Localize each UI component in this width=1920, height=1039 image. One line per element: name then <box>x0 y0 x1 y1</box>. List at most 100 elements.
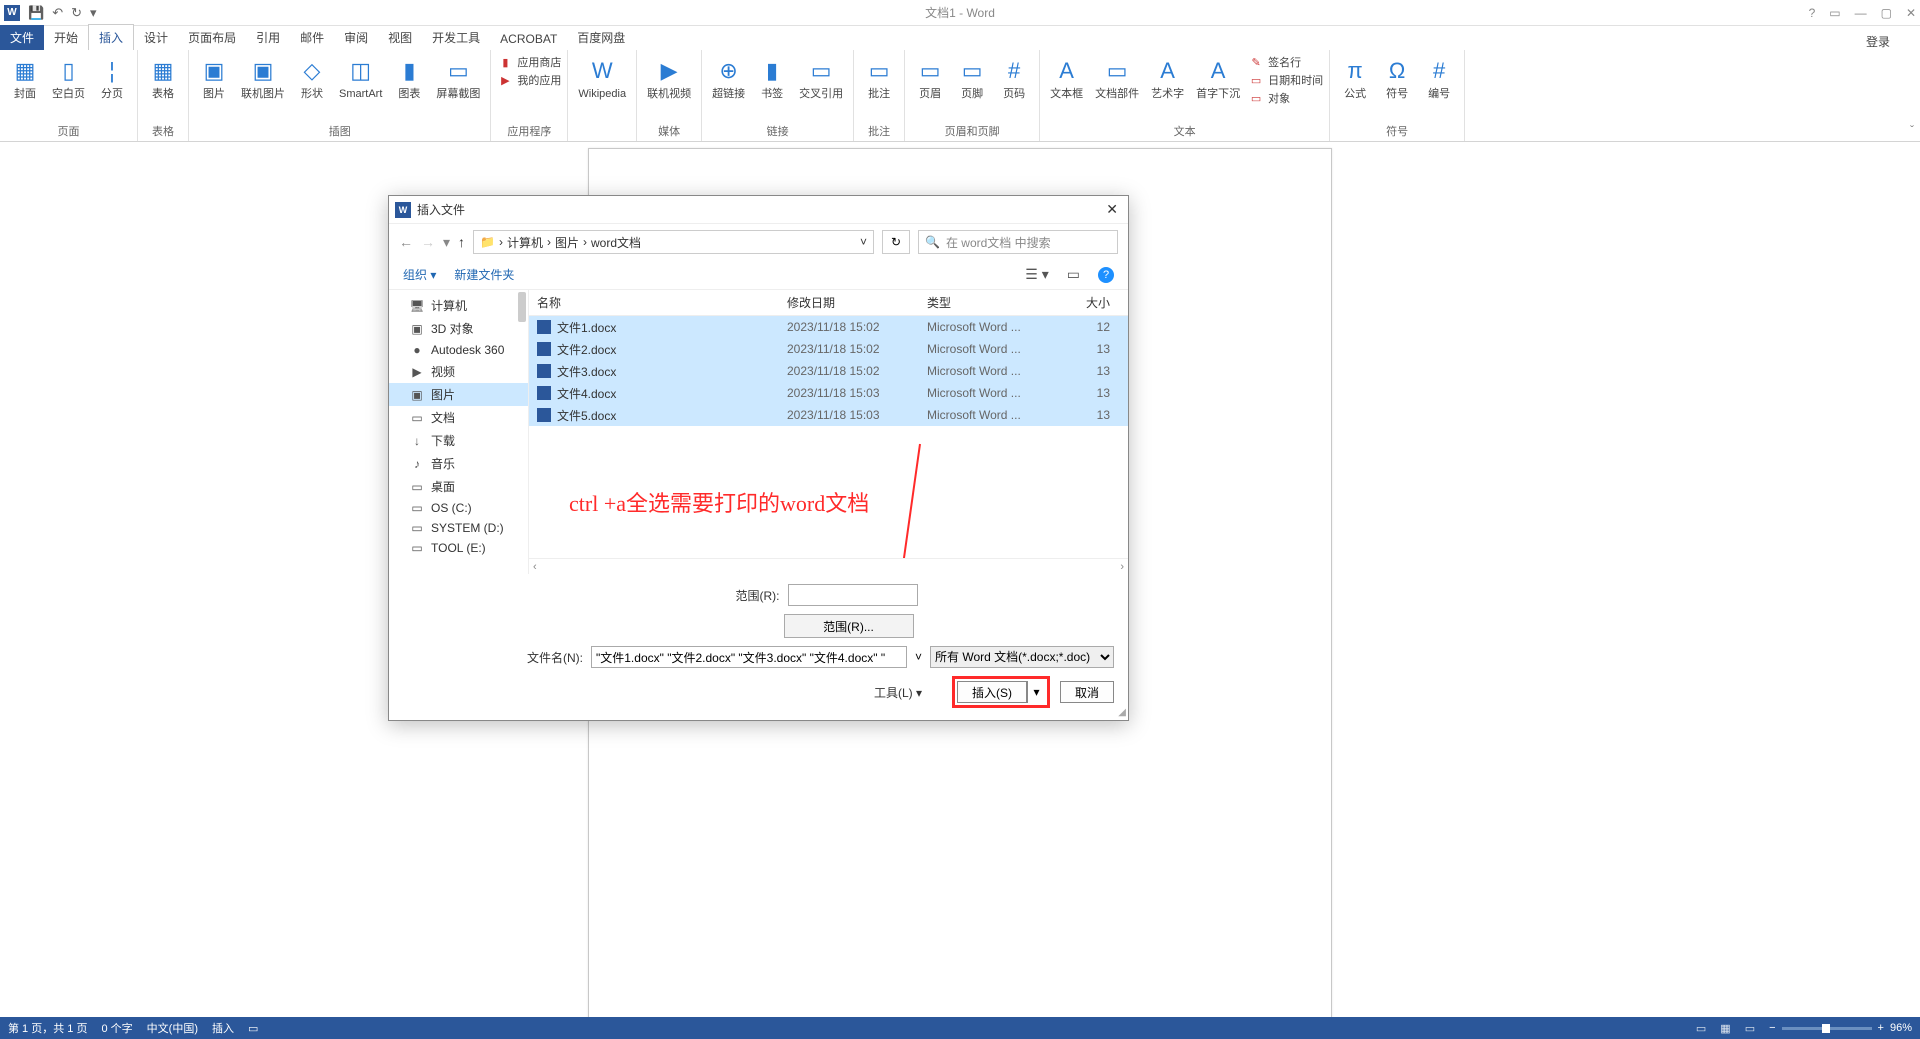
ribbon-button[interactable]: ▭页眉 <box>911 54 949 103</box>
ribbon-collapse-icon[interactable]: ˇ <box>1910 123 1914 137</box>
tree-item[interactable]: ▭SYSTEM (D:) <box>389 518 528 538</box>
redo-icon[interactable]: ↻ <box>71 5 82 21</box>
file-row[interactable]: 文件4.docx2023/11/18 15:03Microsoft Word .… <box>529 382 1128 404</box>
ribbon-button[interactable]: ▭文档部件 <box>1091 54 1143 103</box>
tree-scrollbar[interactable] <box>518 292 526 322</box>
status-page[interactable]: 第 1 页，共 1 页 <box>8 1020 87 1036</box>
crumb-item[interactable]: word文档 <box>591 234 641 251</box>
tab-item[interactable]: 审阅 <box>334 25 378 50</box>
insert-button[interactable]: 插入(S) <box>957 681 1027 703</box>
save-icon[interactable]: 💾 <box>28 5 44 21</box>
ribbon-small-button[interactable]: ▭对象 <box>1248 90 1323 106</box>
zoom-value[interactable]: 96% <box>1890 1022 1912 1034</box>
ribbon-button[interactable]: A艺术字 <box>1147 54 1188 103</box>
crumb-dropdown-icon[interactable]: ˅ <box>860 235 867 249</box>
col-type[interactable]: 类型 <box>927 294 1047 311</box>
col-size[interactable]: 大小 <box>1047 294 1120 311</box>
preview-pane-icon[interactable]: ▭ <box>1067 266 1080 283</box>
nav-forward-icon[interactable]: → <box>421 234 435 250</box>
view-options-icon[interactable]: ☰ ▾ <box>1025 266 1048 283</box>
range-input[interactable] <box>788 584 918 606</box>
dialog-help-icon[interactable]: ? <box>1098 267 1114 283</box>
tree-item[interactable]: ●Autodesk 360 <box>389 340 528 360</box>
resize-grip-icon[interactable]: ◢ <box>1118 707 1126 718</box>
ribbon-button[interactable]: A首字下沉 <box>1192 54 1244 103</box>
tree-item[interactable]: ▶视频 <box>389 360 528 383</box>
tab-item[interactable]: 邮件 <box>290 25 334 50</box>
view-read-icon[interactable]: ▭ <box>1696 1022 1706 1035</box>
ribbon-button[interactable]: #编号 <box>1420 54 1458 103</box>
ribbon-button[interactable]: ▣图片 <box>195 54 233 103</box>
ribbon-button[interactable]: ▮书签 <box>753 54 791 103</box>
ribbon-button[interactable]: ◇形状 <box>293 54 331 103</box>
ribbon-button[interactable]: ▦表格 <box>144 54 182 103</box>
tree-item[interactable]: ▣3D 对象 <box>389 317 528 340</box>
ribbon-small-button[interactable]: ▭日期和时间 <box>1248 72 1323 88</box>
ribbon-button[interactable]: WWikipedia <box>574 54 630 103</box>
tab-item[interactable]: ACROBAT <box>490 28 567 50</box>
file-row[interactable]: 文件3.docx2023/11/18 15:02Microsoft Word .… <box>529 360 1128 382</box>
tab-item[interactable]: 视图 <box>378 25 422 50</box>
ribbon-small-button[interactable]: ▶我的应用 <box>497 72 561 88</box>
qat-customize-icon[interactable]: ▾ <box>90 5 97 21</box>
tree-item[interactable]: ▭TOOL (E:) <box>389 538 528 558</box>
dialog-close-icon[interactable]: ✕ <box>1102 201 1122 218</box>
nav-recent-icon[interactable]: ▾ <box>443 234 450 251</box>
ribbon-button[interactable]: ¦分页 <box>93 54 131 103</box>
ribbon-button[interactable]: Ω符号 <box>1378 54 1416 103</box>
tree-item[interactable]: ♪音乐 <box>389 452 528 475</box>
zoom-in-icon[interactable]: + <box>1878 1022 1884 1034</box>
ribbon-button[interactable]: ▭屏幕截图 <box>432 54 484 103</box>
horizontal-scrollbar[interactable]: ‹› <box>529 558 1128 574</box>
tab-item[interactable]: 开始 <box>44 25 88 50</box>
crumb-item[interactable]: 图片 <box>555 234 579 251</box>
tree-item[interactable]: ▭文档 <box>389 406 528 429</box>
filename-dropdown-icon[interactable]: ˅ <box>915 650 922 664</box>
login-link[interactable]: 登录 <box>1866 33 1890 50</box>
tree-item[interactable]: 🖥计算机 <box>389 294 528 317</box>
ribbon-button[interactable]: ▭交叉引用 <box>795 54 847 103</box>
ribbon-button[interactable]: ▦封面 <box>6 54 44 103</box>
ribbon-button[interactable]: ◫SmartArt <box>335 54 386 103</box>
maximize-icon[interactable]: ▢ <box>1881 6 1892 20</box>
ribbon-button[interactable]: ▣联机图片 <box>237 54 289 103</box>
ribbon-button[interactable]: A文本框 <box>1046 54 1087 103</box>
refresh-button[interactable]: ↻ <box>882 230 910 254</box>
zoom-out-icon[interactable]: − <box>1769 1022 1775 1034</box>
file-row[interactable]: 文件2.docx2023/11/18 15:02Microsoft Word .… <box>529 338 1128 360</box>
tab-file[interactable]: 文件 <box>0 25 44 50</box>
new-folder-button[interactable]: 新建文件夹 <box>454 266 514 283</box>
file-row[interactable]: 文件1.docx2023/11/18 15:02Microsoft Word .… <box>529 316 1128 338</box>
file-row[interactable]: 文件5.docx2023/11/18 15:03Microsoft Word .… <box>529 404 1128 426</box>
ribbon-button[interactable]: ▶联机视频 <box>643 54 695 103</box>
zoom-slider[interactable] <box>1782 1027 1872 1030</box>
ribbon-button[interactable]: #页码 <box>995 54 1033 103</box>
ribbon-small-button[interactable]: ✎签名行 <box>1248 54 1323 70</box>
view-print-icon[interactable]: ▦ <box>1720 1022 1730 1035</box>
col-date[interactable]: 修改日期 <box>787 294 927 311</box>
status-mode[interactable]: 插入 <box>212 1020 234 1036</box>
status-words[interactable]: 0 个字 <box>101 1020 132 1036</box>
ribbon-button[interactable]: ▯空白页 <box>48 54 89 103</box>
ribbon-button[interactable]: ▭批注 <box>860 54 898 103</box>
search-input[interactable]: 🔍 在 word文档 中搜索 <box>918 230 1118 254</box>
status-lang[interactable]: 中文(中国) <box>147 1020 198 1036</box>
tools-dropdown[interactable]: 工具(L) ▾ <box>874 684 922 701</box>
cancel-button[interactable]: 取消 <box>1060 681 1114 703</box>
status-macro-icon[interactable]: ▭ <box>248 1022 258 1035</box>
tree-item[interactable]: ↓下载 <box>389 429 528 452</box>
tab-item[interactable]: 设计 <box>134 25 178 50</box>
nav-back-icon[interactable]: ← <box>399 234 413 250</box>
tree-item[interactable]: ▭桌面 <box>389 475 528 498</box>
organize-button[interactable]: 组织 ▾ <box>403 266 436 283</box>
ribbon-button[interactable]: ▭页脚 <box>953 54 991 103</box>
ribbon-small-button[interactable]: ▮应用商店 <box>497 54 561 70</box>
breadcrumb[interactable]: 📁 › 计算机 › 图片 › word文档 ˅ <box>473 230 874 254</box>
insert-dropdown-icon[interactable]: ▾ <box>1027 681 1045 703</box>
tree-item[interactable]: ▣图片 <box>389 383 528 406</box>
tab-item[interactable]: 页面布局 <box>178 25 246 50</box>
ribbon-display-icon[interactable]: ▭ <box>1829 6 1840 20</box>
file-filter-select[interactable]: 所有 Word 文档(*.docx;*.doc) <box>930 646 1114 668</box>
tab-item[interactable]: 插入 <box>88 24 134 50</box>
help-icon[interactable]: ? <box>1809 6 1816 20</box>
